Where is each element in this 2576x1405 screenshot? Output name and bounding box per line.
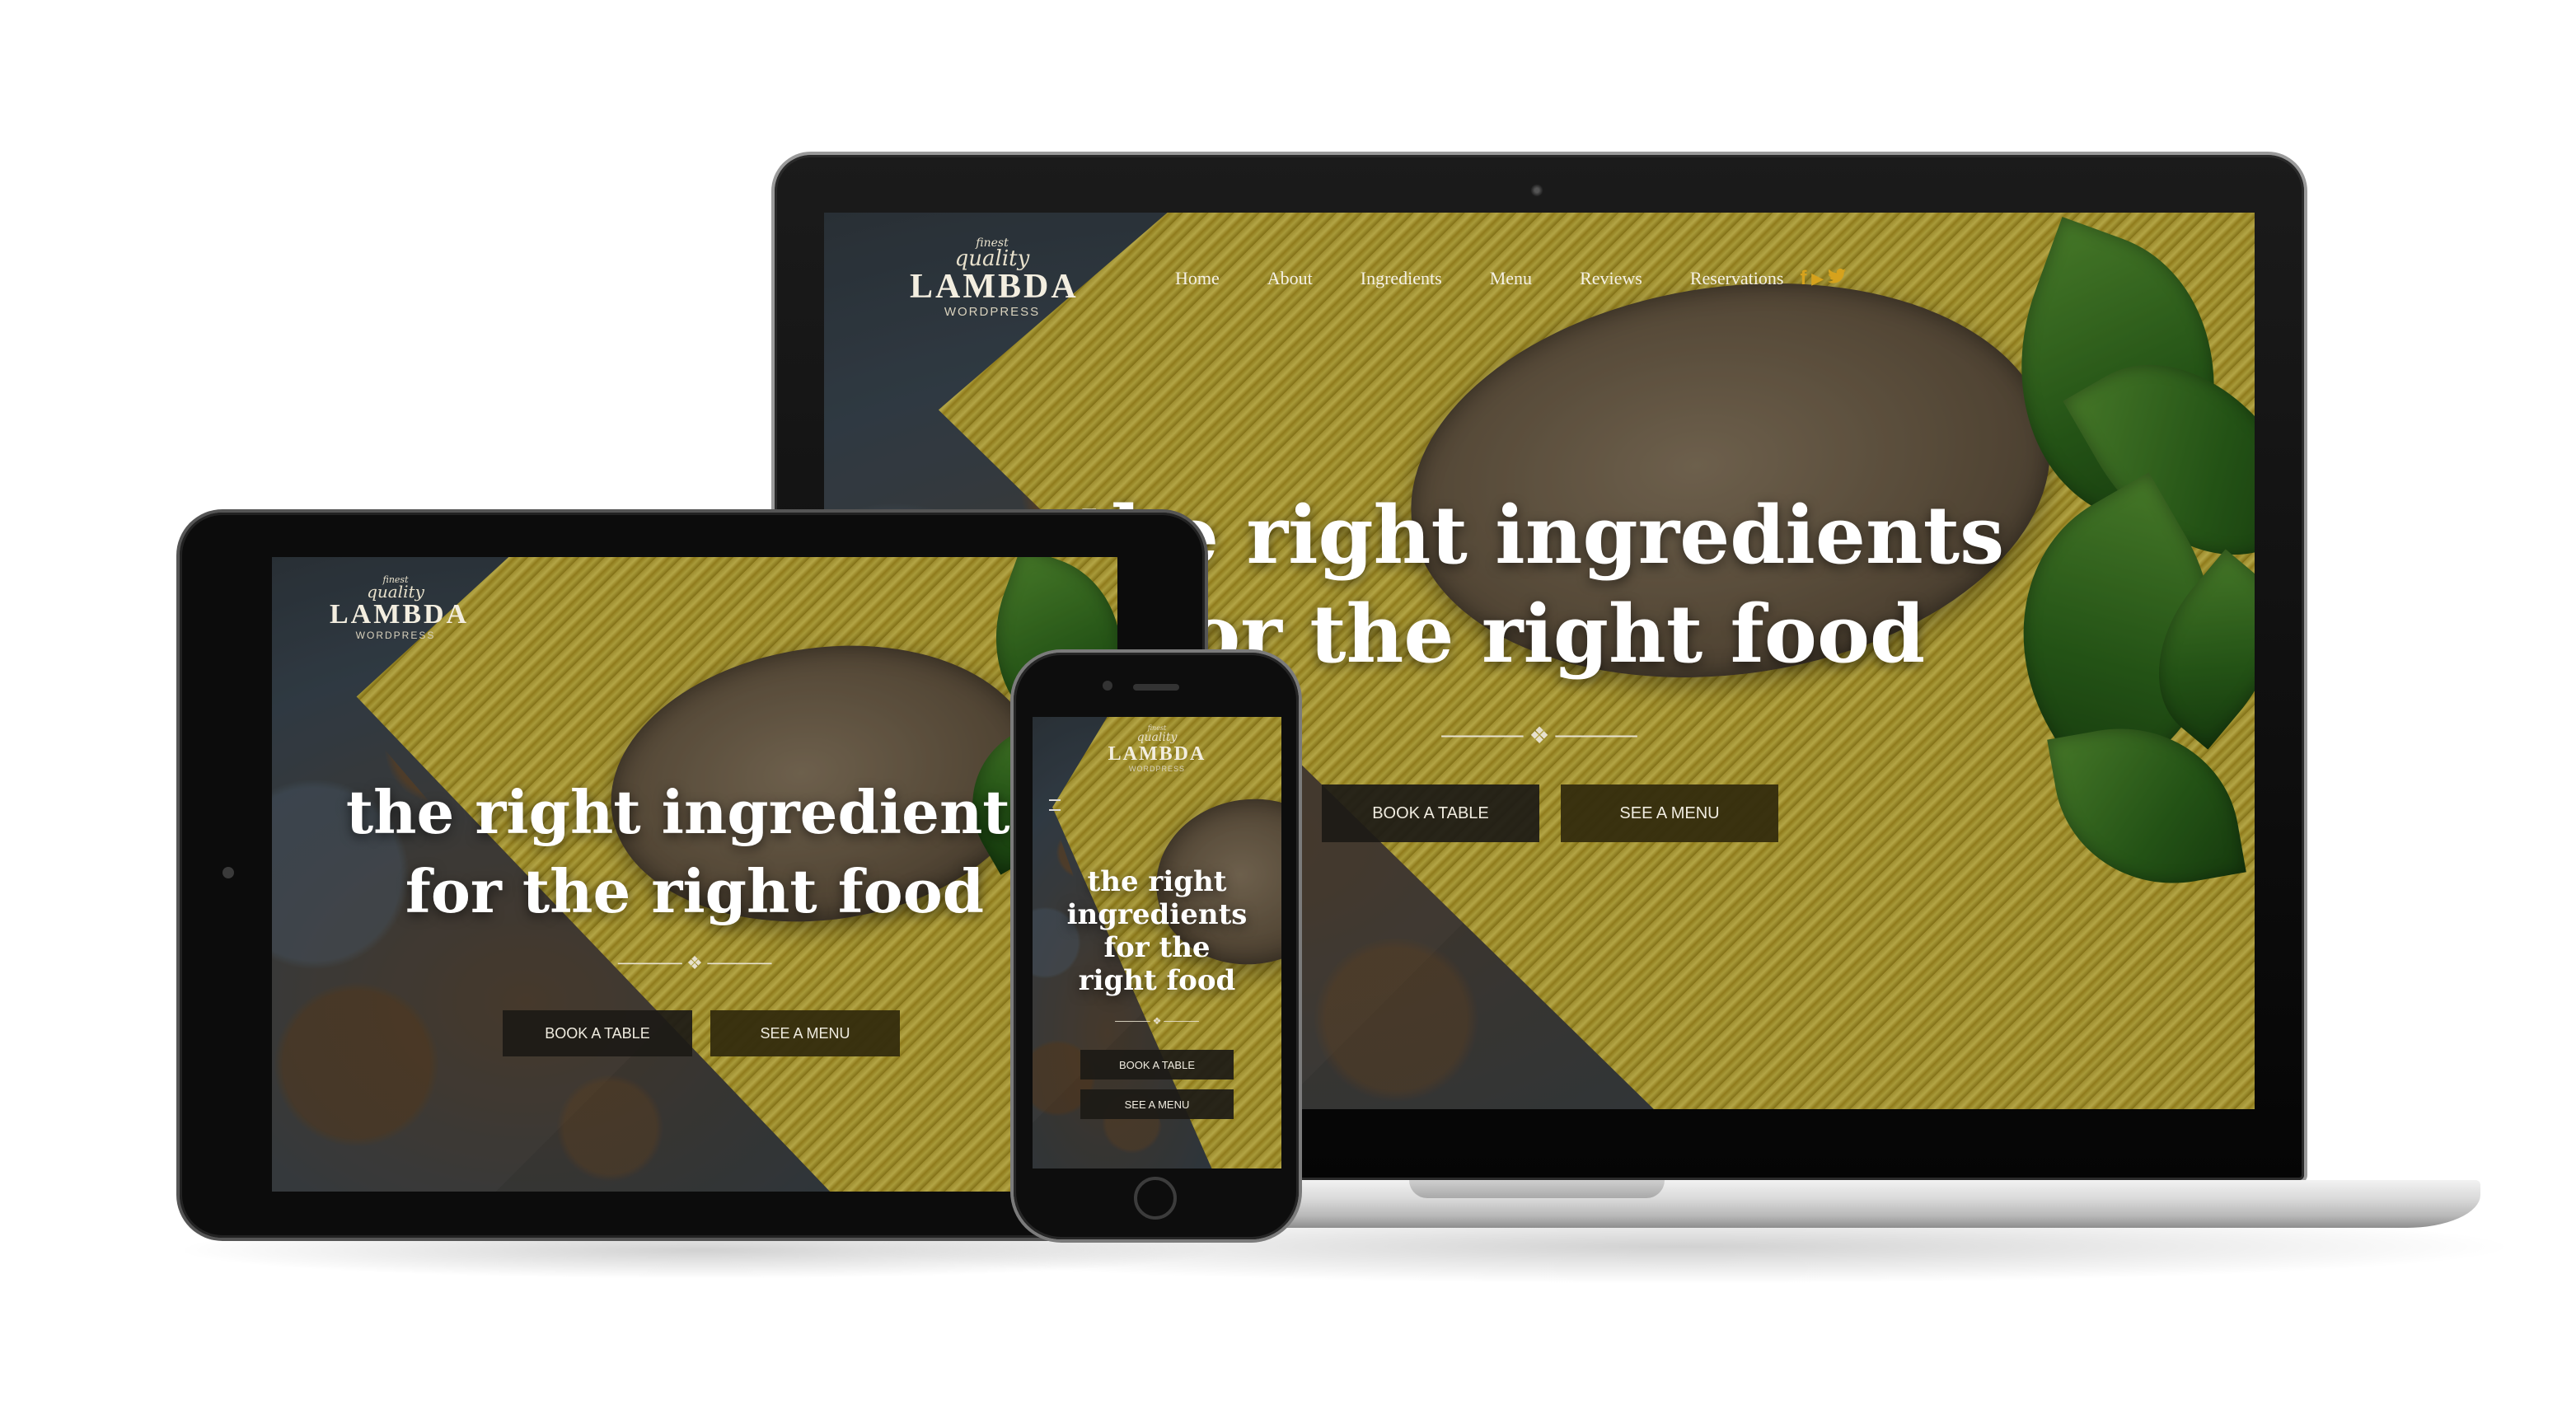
book-table-button[interactable]: BOOK A TABLE [1322,784,1539,842]
logo-name: LAMBDA [330,599,470,630]
youtube-icon[interactable]: ▶ [1811,270,1823,288]
site-logo[interactable]: finest quality LAMBDA WORDPRESS [910,237,1079,320]
see-menu-button[interactable]: SEE A MENU [710,1010,900,1056]
nav-reviews[interactable]: Reviews [1580,268,1642,289]
hero-line-3: for the [1103,931,1211,964]
main-nav: Home About Ingredients Menu Reviews Rese… [1175,267,1847,290]
logo-sub: WORDPRESS [355,630,436,641]
nav-about[interactable]: About [1267,268,1313,289]
laptop-notch [1409,1180,1665,1198]
hero-ornament: ───── ❖ ───── [617,953,772,973]
hero-line-2: for the right food [405,856,985,926]
nav-reservations[interactable]: Reservations [1690,268,1784,289]
nav-ingredients[interactable]: Ingredients [1361,268,1442,289]
logo-quality-text: quality [1136,731,1178,744]
twitter-icon[interactable] [1828,267,1847,290]
hero-headline: the right ingredients for the right food [272,773,1117,931]
hero-ornament: ───── ❖ ───── [1115,1015,1199,1027]
hero-line-1: the right [1087,865,1227,898]
social-links: f ▶ [1800,267,1847,290]
hero-line-2: ingredients [1066,898,1248,931]
logo-name: LAMBDA [1108,743,1206,765]
nav-menu[interactable]: Menu [1490,268,1532,289]
menu-toggle-icon[interactable] [1049,799,1061,811]
site-logo[interactable]: finest quality LAMBDA WORDPRESS [330,575,470,641]
hero-line-4: right food [1078,964,1236,997]
hero-line-1: the right ingredients [345,777,1044,847]
book-table-button[interactable]: BOOK A TABLE [1080,1050,1234,1080]
facebook-icon[interactable]: f [1800,267,1806,290]
laptop-camera [1529,183,1544,198]
site-logo[interactable]: finest quality LAMBDA WORDPRESS [1108,725,1206,774]
tablet-screen: finest quality LAMBDA WORDPRESS the righ… [272,557,1117,1192]
phone-camera [1103,681,1112,691]
hero-headline: the right ingredients for the right food [1033,865,1281,997]
see-menu-button[interactable]: SEE A MENU [1080,1089,1234,1119]
logo-quality-text: quality [954,246,1030,271]
logo-quality-text: quality [367,582,424,602]
phone-home-button[interactable] [1134,1177,1177,1220]
see-menu-button[interactable]: SEE A MENU [1561,784,1778,842]
logo-sub: WORDPRESS [1128,765,1185,773]
phone-screen: finest quality LAMBDA WORDPRESS the righ… [1033,717,1281,1168]
book-table-button[interactable]: BOOK A TABLE [503,1010,692,1056]
tablet-camera [222,867,234,878]
logo-name: LAMBDA [910,268,1079,306]
nav-home[interactable]: Home [1175,268,1220,289]
phone-speaker [1133,684,1179,691]
logo-sub: WORDPRESS [944,305,1041,319]
